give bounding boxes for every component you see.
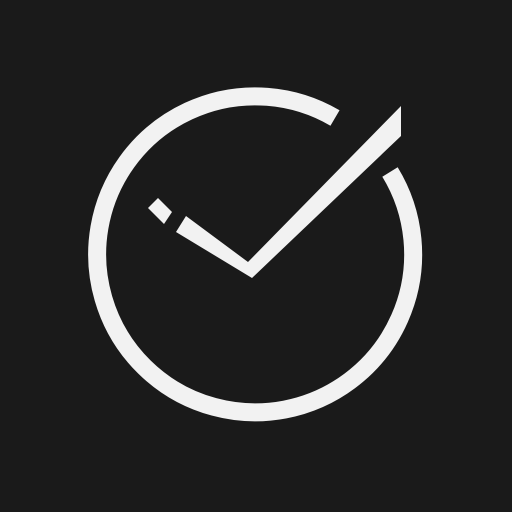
app-icon-canvas [0, 0, 512, 512]
check-mark [176, 106, 401, 278]
check-circle-icon [88, 87, 423, 422]
check-dash [148, 198, 172, 224]
